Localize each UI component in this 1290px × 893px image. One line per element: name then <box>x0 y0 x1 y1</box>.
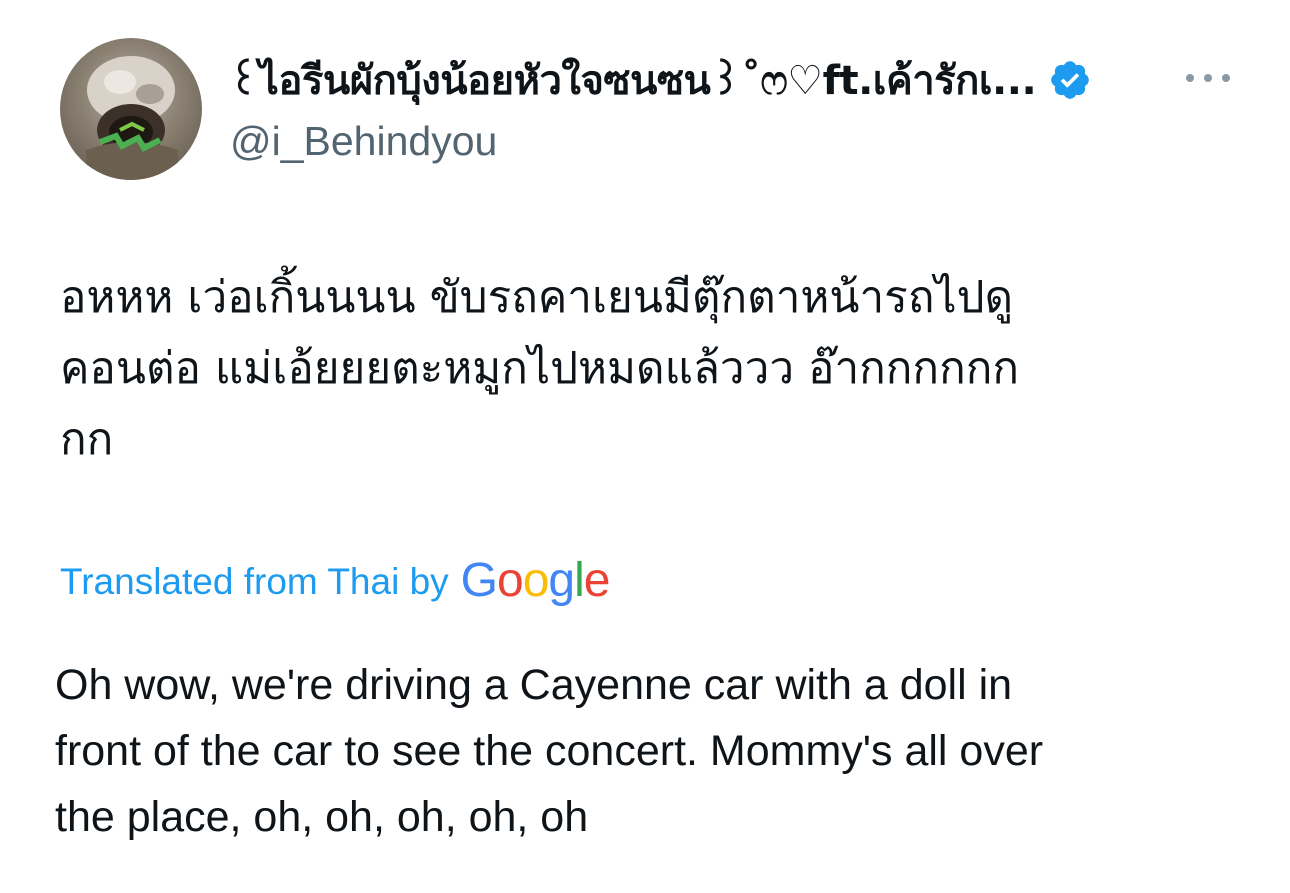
tweet-text-line: คอนต่อ แม่เอ้ยยยตะหมูกไปหมดแล้ววว อ๊ากกก… <box>60 343 1019 394</box>
translated-text-line: front of the car to see the concert. Mom… <box>55 727 1044 775</box>
author-display-name[interactable]: ꒰ไอรีนผักบุ้งน้อยหัวใจซนซน꒱˚ෆ♡ft.เค้ารัก… <box>228 48 1037 112</box>
avatar-image <box>86 56 178 180</box>
google-logo: Google <box>460 553 611 607</box>
avatar[interactable] <box>60 38 202 180</box>
author-handle[interactable]: @i_Behindyou <box>230 118 497 165</box>
translated-from-label[interactable]: Translated from Thai by <box>60 561 449 603</box>
translated-text-line: Oh wow, we're driving a Cayenne car with… <box>55 661 1013 709</box>
translated-text-line: the place, oh, oh, oh, oh, oh <box>55 793 589 841</box>
tweet-text-line: อหหห เว่อเกิ้นนนน ขับรถคาเยนมีตุ๊กตาหน้า… <box>60 272 1014 323</box>
translated-text: Oh wow, we're driving a Cayenne car with… <box>55 652 1235 850</box>
tweet-text: อหหห เว่อเกิ้นนนน ขับรถคาเยนมีตุ๊กตาหน้า… <box>60 262 1220 475</box>
tweet-header: ꒰ไอรีนผักบุ้งน้อยหัวใจซนซน꒱˚ෆ♡ft.เค้ารัก… <box>60 38 1240 180</box>
verified-badge-icon[interactable] <box>1048 58 1092 102</box>
tweet-text-line: กก <box>60 414 114 465</box>
translation-attribution[interactable]: Translated from Thai by Google <box>60 552 610 612</box>
more-options-icon[interactable] <box>1180 58 1240 98</box>
author-name-row[interactable]: ꒰ไอรีนผักบุ้งน้อยหัวใจซนซน꒱˚ෆ♡ft.เค้ารัก… <box>228 50 1092 110</box>
